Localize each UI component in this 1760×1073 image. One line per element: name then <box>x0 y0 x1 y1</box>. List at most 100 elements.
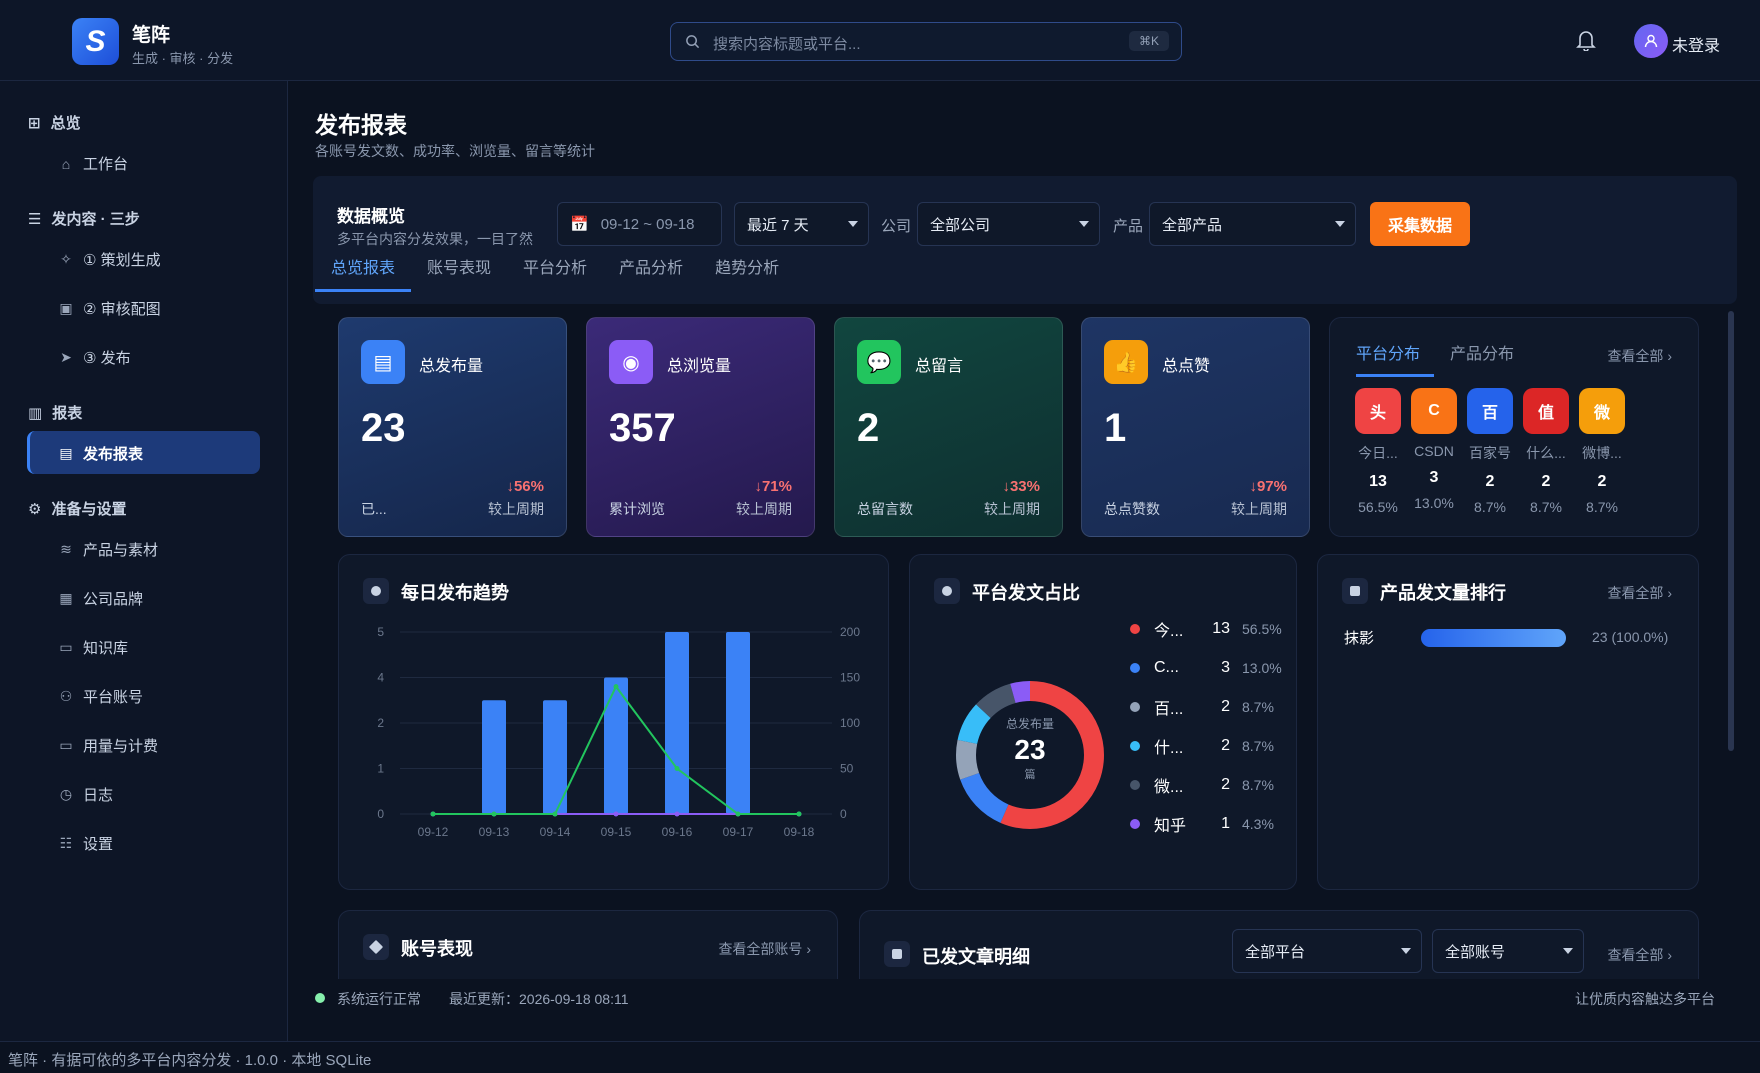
legend-dot <box>1130 819 1140 829</box>
tab-platform-distribution[interactable]: 平台分布 <box>1356 340 1435 377</box>
sidebar-item-settings[interactable]: ☷ 设置 <box>58 833 113 854</box>
platform-pct: 56.5% <box>1358 499 1398 515</box>
sidebar-item-review[interactable]: ▣ ② 审核配图 <box>58 298 161 319</box>
bar-chart-icon: ▥ <box>28 404 43 422</box>
grid-icon: ⊞ <box>28 114 41 132</box>
footer-slogan: 让优质内容触达多平台 <box>1575 991 1715 1007</box>
view-all-link[interactable]: 查看全部 › <box>1607 583 1672 603</box>
building-icon: ▦ <box>59 590 73 606</box>
footer: 系统运行正常 最近更新：2026-09-18 08:11 让优质内容触达多平台 <box>313 979 1737 1021</box>
product-select[interactable]: 全部产品 <box>1149 202 1356 246</box>
thumbs-up-icon: 👍 <box>1104 340 1148 384</box>
group-label: 发内容 · 三步 <box>51 211 140 228</box>
period-select[interactable]: 最近 7 天 <box>734 202 869 246</box>
scrollbar[interactable] <box>1728 311 1734 751</box>
legend-dot <box>1130 780 1140 790</box>
platform-count: 13 <box>1369 473 1387 490</box>
legend-item[interactable]: 知乎 1 4.3% <box>1130 814 1274 835</box>
legend-name: 今... <box>1154 623 1184 640</box>
search-placeholder: 搜索内容标题或平台... <box>713 36 861 53</box>
sidebar-item-logs[interactable]: ◷ 日志 <box>58 784 113 805</box>
account-filter[interactable]: 全部账号 <box>1432 929 1584 973</box>
tab-overview[interactable]: 总览报表 <box>315 254 412 292</box>
legend-pct: 4.3% <box>1242 816 1274 832</box>
tab-platforms[interactable]: 平台分析 <box>507 254 603 292</box>
stat-card-total-views[interactable]: ◉ 总浏览量 357 ↓71% 累计浏览 较上周期 <box>586 317 815 537</box>
y-tick-left: 5 <box>377 625 384 639</box>
x-tick: 09-15 <box>601 825 632 839</box>
login-link[interactable]: 未登录 <box>1672 32 1720 56</box>
view-all-link[interactable]: 查看全部 › <box>1607 346 1672 366</box>
donut-center: 总发布量 23 篇 <box>952 715 1108 782</box>
sidebar: ⊞ 总览 ⌂ 工作台 ☰ 发内容 · 三步 ✧ ① 策划生成 ▣ ② 审核配图 ➤ ③ 发布… <box>0 81 288 1041</box>
stat-label: 总点赞 <box>1162 358 1211 375</box>
sidebar-item-accounts[interactable]: ⚇ 平台账号 <box>58 686 143 707</box>
platform-share-card: 平台发文占比 总发布量 23 篇 今... 13 56.5% C... 3 13.0% 百.… <box>909 554 1297 890</box>
tab-trends[interactable]: 趋势分析 <box>699 254 795 292</box>
sidebar-item-publish-report[interactable]: ▤ 发布报表 <box>58 443 143 464</box>
legend-item[interactable]: 微... 2 8.7% <box>1130 775 1274 796</box>
legend-pct: 56.5% <box>1242 621 1282 637</box>
sidebar-item-billing[interactable]: ▭ 用量与计费 <box>58 735 158 756</box>
sidebar-item-company[interactable]: ▦ 公司品牌 <box>58 588 143 609</box>
clock-icon: ◷ <box>59 786 73 802</box>
legend-name: 百... <box>1154 701 1184 718</box>
platform-baijiahao[interactable]: 百 百家号 2 8.7% <box>1464 388 1516 515</box>
platform-pct: 8.7% <box>1474 499 1506 515</box>
y-tick-left: 2 <box>377 716 384 730</box>
product-value: 全部产品 <box>1162 216 1223 234</box>
legend-item[interactable]: C... 3 13.0% <box>1130 658 1282 678</box>
date-range-picker[interactable]: 📅 09-12 ~ 09-18 <box>557 202 722 246</box>
legend-item[interactable]: 什... 2 8.7% <box>1130 736 1274 757</box>
bar <box>482 700 506 814</box>
sidebar-item-plan[interactable]: ✧ ① 策划生成 <box>58 249 161 270</box>
legend-name: 微... <box>1154 779 1184 796</box>
csdn-icon: C <box>1411 388 1457 434</box>
view-all-articles-link[interactable]: 查看全部 › <box>1607 945 1672 965</box>
tab-products[interactable]: 产品分析 <box>603 254 699 292</box>
sidebar-item-label: ② 审核配图 <box>83 301 161 318</box>
app-tagline: 生成 · 审核 · 分发 <box>132 51 234 66</box>
stat-value: 357 <box>609 406 676 450</box>
tab-product-distribution[interactable]: 产品分布 <box>1450 340 1528 377</box>
stat-card-total-posts[interactable]: ▤ 总发布量 23 ↓56% 已... 较上周期 <box>338 317 567 537</box>
last-updated: 最近更新：2026-09-18 08:11 <box>449 991 629 1007</box>
y-tick-left: 1 <box>377 762 384 776</box>
legend-count: 13 <box>1212 620 1230 637</box>
card-title: 账号表现 <box>401 939 473 959</box>
x-tick: 09-17 <box>723 825 754 839</box>
legend-item[interactable]: 今... 13 56.5% <box>1130 619 1282 640</box>
platform-weibo[interactable]: 微 微博... 2 8.7% <box>1576 388 1628 515</box>
sidebar-item-knowledge[interactable]: ▭ 知识库 <box>58 637 128 658</box>
stat-card-total-comments[interactable]: 💬 总留言 2 ↓33% 总留言数 较上周期 <box>834 317 1063 537</box>
send-icon: ➤ <box>60 349 72 365</box>
rank-icon <box>1342 578 1368 604</box>
legend-item[interactable]: 百... 2 8.7% <box>1130 697 1274 718</box>
avatar[interactable] <box>1634 24 1668 58</box>
company-select[interactable]: 全部公司 <box>917 202 1100 246</box>
platform-toutiao[interactable]: 头 今日... 13 56.5% <box>1352 388 1404 515</box>
platform-smzdm[interactable]: 值 什么... 2 8.7% <box>1520 388 1572 515</box>
comment-icon: 💬 <box>857 340 901 384</box>
chevron-down-icon <box>1335 221 1345 227</box>
eye-icon: ◉ <box>609 340 653 384</box>
platform-filter[interactable]: 全部平台 <box>1232 929 1422 973</box>
series-point <box>552 811 558 817</box>
app-logo[interactable]: S <box>72 18 119 65</box>
view-all-accounts-link[interactable]: 查看全部账号 › <box>718 939 811 959</box>
collect-data-button[interactable]: 采集数据 <box>1370 202 1470 246</box>
tab-accounts[interactable]: 账号表现 <box>411 254 507 292</box>
sidebar-item-workbench[interactable]: ⌂ 工作台 <box>58 153 128 174</box>
sidebar-item-products[interactable]: ≋ 产品与素材 <box>58 539 158 560</box>
legend-pct: 13.0% <box>1242 660 1282 676</box>
search-input[interactable]: 搜索内容标题或平台... ⌘K <box>670 22 1182 61</box>
platform-name: 百家号 <box>1469 445 1511 461</box>
stat-card-total-likes[interactable]: 👍 总点赞 1 ↓97% 总点赞数 较上周期 <box>1081 317 1310 537</box>
bell-icon[interactable] <box>1576 29 1596 51</box>
sidebar-item-publish[interactable]: ➤ ③ 发布 <box>58 347 131 368</box>
series-point <box>430 811 436 817</box>
platform-csdn[interactable]: C CSDN 3 13.0% <box>1408 388 1460 511</box>
sidebar-item-label: 设置 <box>83 836 114 853</box>
diamond-icon <box>363 934 389 960</box>
search-icon <box>686 35 700 49</box>
